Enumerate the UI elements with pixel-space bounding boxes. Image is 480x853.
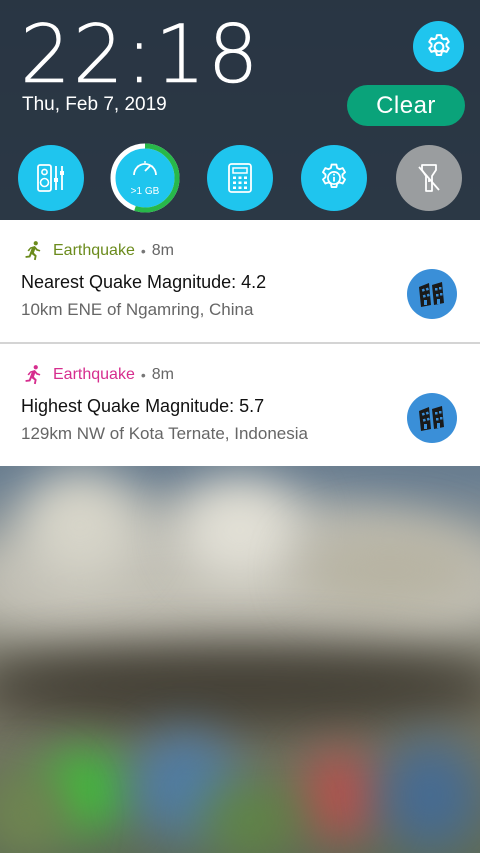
data-usage-label: >1 GB <box>130 186 160 197</box>
flashlight-toggle[interactable] <box>396 145 462 211</box>
notification-thumbnail <box>407 269 457 319</box>
gear-icon <box>427 33 450 56</box>
speedometer-icon <box>133 161 157 176</box>
notification-card[interactable]: Earthquake • 8m Nearest Quake Magnitude:… <box>0 220 480 342</box>
clock: 22:18 <box>20 8 261 101</box>
running-person-icon <box>25 241 41 261</box>
quick-settings-row: >1 GB <box>0 143 480 213</box>
notification-header: Earthquake • 8m <box>22 364 174 386</box>
info-gear-icon <box>322 163 346 188</box>
data-usage-toggle[interactable]: >1 GB <box>110 143 180 213</box>
notification-app-name: Earthquake <box>53 242 135 259</box>
system-info-toggle[interactable] <box>301 145 367 211</box>
quick-settings-panel: 22:18 Thu, Feb 7, 2019 Clear >1 GB <box>0 0 480 220</box>
speaker-equalizer-icon <box>37 164 64 192</box>
notification-title: Nearest Quake Magnitude: 4.2 <box>21 272 267 292</box>
notification-subtitle: 129km NW of Kota Ternate, Indonesia <box>21 424 308 443</box>
calculator-icon <box>228 163 252 193</box>
notification-title: Highest Quake Magnitude: 5.7 <box>21 396 265 416</box>
settings-button[interactable] <box>413 21 464 72</box>
notification-time: 8m <box>151 366 174 383</box>
date-label: Thu, Feb 7, 2019 <box>22 94 167 115</box>
flashlight-off-icon <box>418 164 440 192</box>
calculator-toggle[interactable] <box>207 145 273 211</box>
separator-dot: • <box>140 367 146 383</box>
collapsed-building-icon <box>419 282 444 307</box>
audio-wizard-toggle[interactable] <box>18 145 84 211</box>
notification-time: 8m <box>151 242 174 259</box>
separator-dot: • <box>140 243 146 259</box>
running-person-icon <box>25 365 41 385</box>
notification-card[interactable]: Earthquake • 8m Highest Quake Magnitude:… <box>0 344 480 466</box>
collapsed-building-icon <box>419 406 444 431</box>
notification-subtitle: 10km ENE of Ngamring, China <box>21 300 254 319</box>
clear-all-button[interactable]: Clear <box>347 85 465 126</box>
notification-header: Earthquake • 8m <box>22 240 174 262</box>
notification-thumbnail <box>407 393 457 443</box>
notification-app-name: Earthquake <box>53 366 135 383</box>
